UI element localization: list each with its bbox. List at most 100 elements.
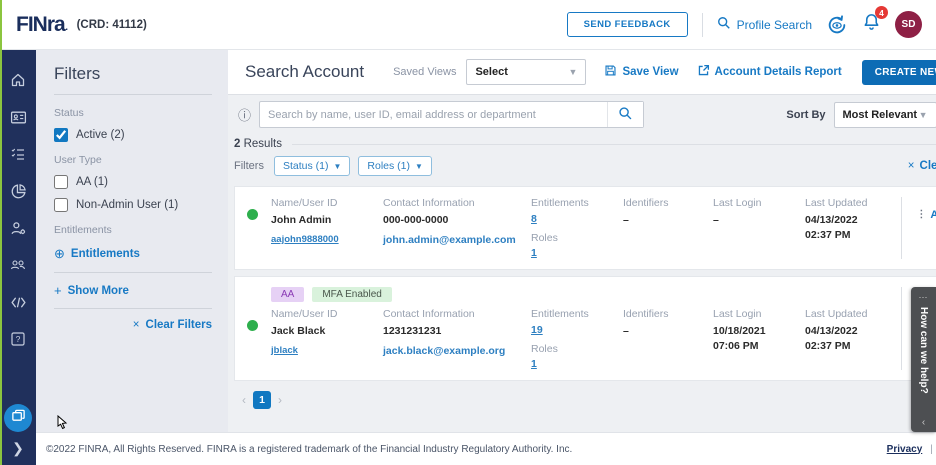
expand-sidebar-button[interactable]: ❯	[12, 440, 24, 459]
clear-filters-label: Clear Filters	[920, 160, 936, 172]
sort-select[interactable]: Most Relevant ▼	[834, 102, 936, 128]
user-type-section-label: User Type	[54, 154, 212, 166]
column-header: Last Updated	[805, 308, 901, 320]
sidebar-item-users[interactable]	[0, 249, 36, 286]
roles-count-link[interactable]: 1	[531, 358, 537, 370]
sidebar-item-tasks[interactable]	[0, 138, 36, 175]
roles-count-link[interactable]: 1	[531, 247, 537, 259]
search-input[interactable]	[260, 109, 607, 121]
filter-checkbox-aa[interactable]: AA (1)	[54, 175, 212, 189]
privacy-link[interactable]: Privacy	[887, 444, 923, 455]
column-header: Last Updated	[805, 197, 901, 209]
user-id-link[interactable]: jblack	[271, 345, 298, 356]
filter-chip-roles[interactable]: Roles (1) ▼	[358, 156, 432, 176]
save-icon	[604, 64, 617, 80]
non-admin-checkbox[interactable]	[54, 198, 68, 212]
user-settings-icon	[10, 220, 27, 242]
search-icon	[618, 106, 633, 124]
divider	[54, 308, 212, 309]
close-icon: ×	[133, 319, 140, 331]
save-view-label: Save View	[622, 66, 678, 78]
sort-by-label: Sort By	[786, 109, 825, 121]
column-header: Entitlements	[531, 308, 623, 320]
table-row: AA MFA Enabled Name/User ID Jack Black j…	[234, 276, 936, 381]
chevron-down-icon: ▼	[333, 162, 341, 171]
status-section-label: Status	[54, 107, 212, 119]
clear-filters-link[interactable]: × Clear Filters	[908, 160, 936, 172]
save-view-link[interactable]: Save View	[604, 64, 678, 80]
saved-views-label: Saved Views	[393, 66, 456, 78]
plus-icon: +	[54, 283, 62, 298]
divider	[54, 272, 212, 273]
history-eye-button[interactable]	[826, 14, 848, 36]
active-status-dot	[247, 320, 258, 331]
main-header: Search Account Saved Views Select ▼ Save…	[228, 50, 936, 95]
close-icon: ×	[908, 160, 915, 172]
show-more-link[interactable]: + Show More	[54, 283, 212, 298]
sidebar-item-developer[interactable]	[0, 286, 36, 323]
saved-views-value: Select	[475, 66, 507, 78]
chevron-right-icon: ❯	[12, 440, 24, 456]
column-header: Roles	[531, 232, 623, 244]
show-more-label: Show More	[68, 285, 129, 297]
aa-checkbox[interactable]	[54, 175, 68, 189]
filter-checkbox-active[interactable]: Active (2)	[54, 128, 212, 142]
search-button[interactable]	[607, 102, 643, 127]
sidebar-item-user-settings[interactable]	[0, 212, 36, 249]
email-link[interactable]: john.admin@example.com	[383, 234, 531, 246]
filter-checkbox-non-admin[interactable]: Non-Admin User (1)	[54, 198, 212, 212]
mfa-enabled-badge: MFA Enabled	[312, 287, 391, 302]
chevron-down-icon: ▼	[919, 110, 928, 120]
phone-number: 000-000-0000	[383, 213, 531, 228]
checkbox-label: AA (1)	[76, 176, 108, 188]
svg-text:?: ?	[16, 334, 21, 344]
divider: |	[930, 444, 933, 455]
previous-page-button[interactable]: ‹	[242, 393, 246, 407]
status-indicator	[247, 197, 271, 259]
email-link[interactable]: jack.black@example.org	[383, 345, 531, 357]
results-number: 2	[234, 138, 240, 150]
active-checkbox[interactable]	[54, 128, 68, 142]
identifiers-value: –	[623, 213, 713, 228]
row-actions-button[interactable]: ⋮ Actions	[916, 209, 936, 259]
column-header: Last Login	[713, 308, 805, 320]
kebab-icon: ⋮	[916, 209, 926, 221]
filter-chip-status[interactable]: Status (1) ▼	[274, 156, 350, 176]
user-id-link[interactable]: aajohn9888000	[271, 234, 339, 245]
nav-rail: ? ❯	[0, 50, 36, 465]
filters-label: Filters	[234, 160, 264, 172]
last-updated-date: 04/13/2022	[805, 213, 901, 228]
current-page-button[interactable]: 1	[253, 391, 271, 409]
create-new-account-button[interactable]: CREATE NEW ACCOUNT	[862, 60, 936, 85]
header-divider	[702, 13, 703, 37]
panel-clear-filters-link[interactable]: × Clear Filters	[54, 319, 212, 331]
entitlements-count-link[interactable]: 19	[531, 324, 543, 336]
help-tab[interactable]: ⋯ How can we help? ‹	[911, 287, 936, 432]
last-login-time: 07:06 PM	[713, 339, 805, 354]
account-details-report-link[interactable]: Account Details Report	[697, 64, 842, 80]
top-header: FINra. (CRD: 41112) SEND FEEDBACK Profil…	[0, 0, 936, 50]
users-group-icon	[9, 256, 27, 279]
next-page-button[interactable]: ›	[278, 393, 282, 407]
sidebar-item-reports[interactable]	[0, 175, 36, 212]
plus-circle-icon: ⊕	[54, 246, 65, 262]
app-switcher-button[interactable]	[4, 404, 32, 432]
column-header: Contact Information	[383, 197, 531, 209]
column-header: Contact Information	[383, 308, 531, 320]
saved-views-select[interactable]: Select ▼	[466, 59, 586, 85]
sidebar-item-home[interactable]	[0, 64, 36, 101]
sidebar-item-help[interactable]: ?	[0, 323, 36, 360]
entitlements-count-link[interactable]: 8	[531, 213, 537, 225]
sidebar-item-contacts[interactable]	[0, 101, 36, 138]
profile-search-link[interactable]: Profile Search	[717, 16, 812, 33]
search-row: ⓘ Sort By Most Relevant ▼	[228, 95, 936, 134]
notifications-button[interactable]: 4	[862, 12, 881, 37]
send-feedback-button[interactable]: SEND FEEDBACK	[567, 12, 688, 37]
add-entitlements-link[interactable]: ⊕ Entitlements	[54, 246, 212, 262]
finra-logo: FINra	[16, 13, 65, 37]
checkbox-label: Non-Admin User (1)	[76, 199, 178, 211]
page-title: Search Account	[245, 62, 364, 82]
avatar[interactable]: SD	[895, 11, 922, 38]
info-icon[interactable]: ⓘ	[238, 105, 251, 124]
results-word: Results	[244, 138, 282, 150]
